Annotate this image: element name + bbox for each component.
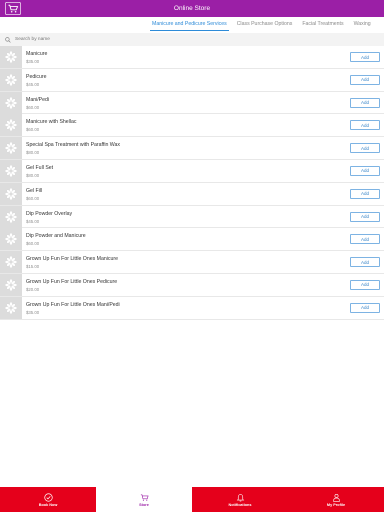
item-price: $15.00	[26, 264, 40, 270]
product-image	[0, 46, 22, 68]
flower-icon	[5, 256, 17, 269]
tab-class-purchase[interactable]: Class Purchase Options	[237, 17, 293, 32]
product-image	[0, 251, 22, 274]
flower-icon	[5, 187, 17, 200]
product-image	[0, 296, 22, 319]
category-tabs: Manicure and Pedicure Services Class Pur…	[0, 17, 384, 32]
person-icon	[332, 493, 340, 502]
add-button[interactable]: Add	[350, 165, 380, 176]
product-image	[0, 137, 22, 160]
add-button[interactable]: Add	[350, 279, 380, 290]
flower-icon	[5, 51, 17, 63]
list-item: Gel Full Set $80.00 Add	[0, 159, 384, 183]
tab-waxing[interactable]: Waxing	[354, 17, 371, 32]
item-name: Gel Fill	[26, 187, 43, 194]
item-price: $60.00	[26, 241, 40, 247]
nav-book-now[interactable]: Book Now	[0, 487, 96, 512]
add-button[interactable]: Add	[350, 52, 380, 62]
item-price: $80.00	[26, 172, 40, 178]
list-item: Dip Powder and Manicure $60.00 Add	[0, 228, 384, 252]
add-button[interactable]: Add	[350, 97, 380, 108]
search-icon	[5, 36, 11, 43]
list-item: Special Spa Treatment with Paraffin Wax …	[0, 137, 384, 160]
item-name: Manicure	[26, 51, 48, 57]
product-image	[0, 91, 22, 114]
add-button[interactable]: Add	[350, 234, 380, 245]
add-button[interactable]: Add	[350, 120, 380, 131]
list-item: Grown Up Fun For Little Ones Manicure $1…	[0, 251, 384, 274]
product-image	[0, 68, 22, 91]
item-name: Mani/Pedi	[26, 96, 50, 103]
item-price: $45.00	[26, 218, 40, 224]
cart-icon[interactable]	[5, 2, 21, 15]
item-price: $20.00	[26, 286, 40, 292]
item-name: Dip Powder and Manicure	[26, 233, 86, 240]
bottom-navigation: Book Now Store Notifications My Profile	[0, 487, 384, 512]
app-header: Online Store	[0, 0, 384, 17]
search-input[interactable]: Search by name	[15, 37, 50, 42]
item-price: $35.00	[26, 309, 40, 315]
nav-label: Notifications	[228, 502, 252, 507]
list-item: Manicure with Shellac $60.00 Add	[0, 114, 384, 138]
product-image	[0, 182, 22, 205]
product-image	[0, 159, 22, 182]
flower-icon	[5, 278, 17, 291]
add-button[interactable]: Add	[350, 211, 380, 222]
list-item: Mani/Pedi $60.00 Add	[0, 91, 384, 115]
item-price: $60.00	[26, 195, 40, 201]
item-name: Pedicure	[26, 73, 47, 80]
check-circle-icon	[43, 492, 53, 502]
add-button[interactable]: Add	[350, 302, 380, 313]
item-name: Grown Up Fun For Little Ones Manicure	[26, 256, 118, 263]
flower-icon	[5, 233, 17, 246]
list-item: Manicure $35.00 Add	[0, 46, 384, 69]
flower-icon	[5, 96, 17, 109]
product-image	[0, 114, 22, 137]
item-price: $45.00	[26, 81, 40, 87]
add-button[interactable]: Add	[350, 74, 380, 85]
add-button[interactable]: Add	[350, 188, 380, 199]
bell-icon	[236, 493, 244, 501]
item-name: Gel Full Set	[26, 164, 54, 171]
flower-icon	[5, 142, 17, 155]
item-name: Grown Up Fun For Little Ones Pedicure	[26, 278, 118, 285]
flower-icon	[5, 164, 17, 177]
list-item: Gel Fill $60.00 Add	[0, 182, 384, 206]
flower-icon	[5, 210, 17, 223]
item-price: $35.00	[26, 59, 40, 64]
product-image	[0, 273, 22, 296]
item-price: $60.00	[26, 104, 40, 110]
flower-icon	[5, 301, 17, 314]
list-item: Pedicure $45.00 Add	[0, 68, 384, 92]
list-item: Grown Up Fun For Little Ones Pedicure $2…	[0, 273, 384, 297]
nav-label: Store	[139, 502, 149, 507]
item-price: $80.00	[26, 150, 40, 156]
app: Online Store Manicure and Pedicure Servi…	[0, 0, 384, 512]
search-bar[interactable]: Search by name	[0, 33, 384, 46]
add-button[interactable]: Add	[350, 257, 380, 268]
flower-icon	[5, 119, 17, 132]
nav-label: My Profile	[326, 502, 346, 507]
product-image	[0, 228, 22, 251]
flower-icon	[5, 73, 17, 86]
nav-my-profile[interactable]: My Profile	[288, 487, 384, 512]
nav-label: Book Now	[38, 502, 58, 507]
item-name: Grown Up Fun For Little Ones Mani/Pedi	[26, 301, 120, 308]
item-name: Special Spa Treatment with Paraffin Wax	[26, 142, 120, 149]
list-item: Grown Up Fun For Little Ones Mani/Pedi $…	[0, 296, 384, 320]
add-button[interactable]: Add	[350, 143, 380, 154]
list-item: Dip Powder Overlay $45.00 Add	[0, 205, 384, 229]
product-image	[0, 205, 22, 228]
cart-icon	[140, 493, 149, 501]
item-name: Manicure with Shellac	[26, 119, 77, 126]
nav-notifications[interactable]: Notifications	[192, 487, 288, 512]
nav-store[interactable]: Store	[96, 487, 192, 512]
page-title: Online Store	[173, 5, 211, 12]
item-name: Dip Powder Overlay	[26, 210, 73, 217]
tab-manicure-pedicure[interactable]: Manicure and Pedicure Services	[150, 17, 229, 32]
item-price: $60.00	[26, 127, 40, 133]
tab-facial-treatments[interactable]: Facial Treatments	[302, 17, 343, 32]
product-list: Manicure $35.00 Add Pedicure $45.00 Add …	[0, 46, 384, 320]
